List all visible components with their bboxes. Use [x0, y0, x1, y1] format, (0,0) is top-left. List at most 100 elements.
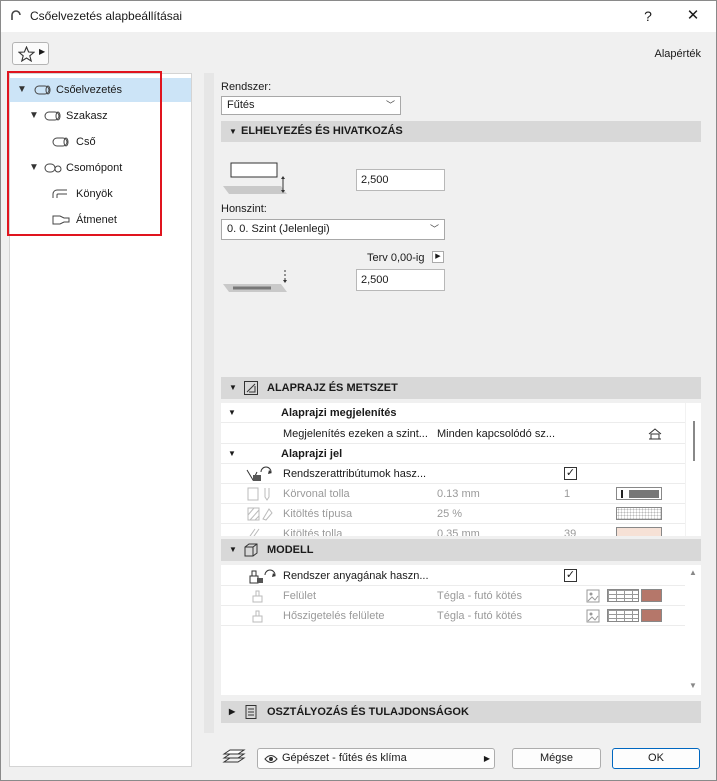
surface-brush-icon [252, 590, 263, 603]
floorplan-scrollbar[interactable] [685, 403, 701, 536]
floor-plan-icon [244, 381, 258, 395]
row-name: Felület [283, 590, 317, 602]
collapse-triangle-icon: ▼ [229, 127, 237, 136]
table-row[interactable]: Felület Tégla - futó kötés [221, 586, 685, 606]
row-value: 0.13 mm [437, 488, 480, 500]
section-title: MODELL [267, 544, 314, 556]
layer-selector[interactable]: Gépészet - fűtés és klíma ▶ [257, 748, 495, 769]
group-row[interactable]: ▼ Alaprajzi jel [221, 444, 685, 464]
placement-section-header[interactable]: ▼ ELHELYEZÉS ÉS HIVATKOZÁS [221, 121, 701, 142]
table-row[interactable]: Hőszigetelés felülete Tégla - futó kötés [221, 606, 685, 626]
table-row[interactable]: Rendszerattribútumok hasz... ✓ [221, 464, 685, 484]
ok-button[interactable]: OK [612, 748, 700, 769]
floorplan-section-header[interactable]: ▼ ALAPRAJZ ÉS METSZET [221, 377, 701, 399]
group-label: Alaprajzi jel [281, 448, 343, 460]
table-row[interactable]: Kitöltés típusa 25 % [221, 504, 685, 524]
row-value: 25 % [437, 508, 463, 520]
system-label: Rendszer: [221, 81, 272, 93]
row-name: Kitöltés tolla [283, 528, 343, 536]
eye-icon [264, 755, 278, 763]
model-cube-icon [244, 543, 258, 557]
top-offset-field[interactable]: 2,500 [356, 169, 445, 191]
row-value: Tégla - futó kötés [437, 590, 522, 602]
default-button[interactable]: Alapérték [655, 48, 701, 60]
scroll-down-icon[interactable]: ▼ [689, 681, 697, 690]
row-value: 0.35 mm [437, 528, 480, 536]
model-grid: Rendszer anyagának haszn... ✓ Felület Té… [221, 565, 701, 695]
section-title: OSZTÁLYOZÁS ÉS TULAJDONSÁGOK [267, 706, 469, 718]
model-scrollbar[interactable]: ▲ ▼ [685, 565, 701, 695]
model-section-header[interactable]: ▼ MODELL [221, 539, 701, 561]
scroll-up-icon[interactable]: ▲ [689, 568, 697, 577]
table-row[interactable]: Kitöltés tolla 0.35 mm 39 [221, 524, 685, 536]
group-row[interactable]: ▼ Alaprajzi megjelenítés [221, 403, 685, 423]
pen-number: 39 [564, 528, 577, 536]
star-icon [18, 46, 35, 62]
chevron-right-icon: ▶ [483, 754, 490, 763]
fill-pen-swatch[interactable] [616, 527, 662, 536]
pipe-app-icon [11, 10, 21, 20]
panel-divider [204, 73, 214, 733]
home-story-label: Honszint: [221, 203, 267, 215]
system-attribute-icon [246, 466, 272, 482]
row-name: Rendszer anyagának haszn... [283, 570, 429, 582]
collapse-triangle-icon: ▼ [228, 449, 236, 458]
layer-icon [222, 749, 246, 763]
contour-pen-icon [247, 487, 270, 501]
system-material-checkbox[interactable]: ✓ [564, 569, 577, 582]
close-button[interactable]: ✕ [678, 6, 708, 26]
insulation-brush-icon [252, 610, 263, 623]
row-name: Kitöltés típusa [283, 508, 353, 520]
group-label: Alaprajzi megjelenítés [281, 407, 397, 419]
system-dropdown[interactable]: Fűtés ﹀ [221, 96, 401, 115]
table-row[interactable]: Megjelenítés ezeken a szint... Minden ka… [221, 424, 685, 444]
brick-color-swatch[interactable] [641, 589, 662, 602]
system-material-icon [249, 569, 276, 584]
row-value: Minden kapcsolódó sz... [437, 428, 556, 440]
brick-pattern-swatch[interactable] [607, 609, 639, 622]
fill-swatch[interactable] [616, 507, 662, 520]
layer-value: Gépészet - fűtés és klíma [282, 752, 407, 764]
row-name: Megjelenítés ezeken a szint... [283, 428, 428, 440]
section-title: ALAPRAJZ ÉS METSZET [267, 382, 398, 394]
fill-pen-icon [249, 528, 260, 536]
collapse-triangle-icon: ▼ [229, 545, 237, 554]
system-value: Fűtés [227, 99, 255, 111]
brick-pattern-swatch[interactable] [607, 589, 639, 602]
reference-label: Terv 0,00-ig [367, 252, 425, 264]
row-name: Hőszigetelés felülete [283, 610, 385, 622]
collapse-triangle-icon: ▼ [229, 383, 237, 392]
pipe-top-elevation-icon [223, 162, 287, 194]
window-title: Csőelvezetés alapbeállításai [30, 9, 183, 23]
fill-type-icon [247, 507, 273, 521]
row-name: Rendszerattribútumok hasz... [283, 468, 427, 480]
pipe-bottom-elevation-icon [223, 270, 287, 292]
favorites-button[interactable]: ▶ [12, 42, 49, 65]
home-story-value: 0. 0. Szint (Jelenlegi) [227, 223, 330, 235]
help-button[interactable]: ? [636, 6, 660, 26]
classification-section-header[interactable]: ▶ OSZTÁLYOZÁS ÉS TULAJDONSÁGOK [221, 701, 701, 723]
brick-color-swatch[interactable] [641, 609, 662, 622]
pen-swatch[interactable] [616, 487, 662, 500]
reference-menu-button[interactable]: ▶ [432, 251, 444, 263]
floorplan-grid: ▼ Alaprajzi megjelenítés Megjelenítés ez… [221, 403, 701, 536]
cancel-button[interactable]: Mégse [512, 748, 601, 769]
table-row[interactable]: Rendszer anyagának haszn... ✓ [221, 566, 685, 586]
texture-image-icon[interactable] [586, 589, 600, 603]
classification-list-icon [245, 705, 257, 719]
expand-triangle-icon: ▶ [229, 707, 236, 716]
pen-number: 1 [564, 488, 571, 500]
story-link-icon[interactable] [648, 428, 662, 440]
table-row[interactable]: Körvonal tolla 0.13 mm 1 [221, 484, 685, 504]
row-name: Körvonal tolla [283, 488, 350, 500]
section-title: ELHELYEZÉS ÉS HIVATKOZÁS [241, 125, 403, 137]
chevron-down-icon: ﹀ [429, 224, 439, 234]
bottom-offset-field[interactable]: 2,500 [356, 269, 445, 291]
collapse-triangle-icon: ▼ [228, 408, 236, 417]
scrollbar-thumb[interactable] [693, 421, 695, 461]
chevron-down-icon: ﹀ [385, 100, 395, 110]
home-story-dropdown[interactable]: 0. 0. Szint (Jelenlegi) ﹀ [221, 219, 445, 240]
texture-image-icon[interactable] [586, 609, 600, 623]
row-value: Tégla - futó kötés [437, 610, 522, 622]
system-attributes-checkbox[interactable]: ✓ [564, 467, 577, 480]
